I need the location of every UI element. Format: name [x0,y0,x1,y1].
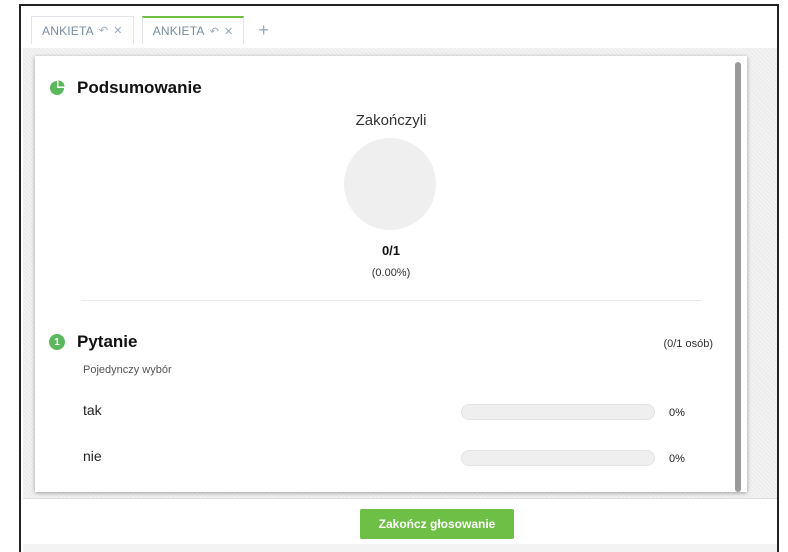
finished-ratio: 0/1 [381,243,401,258]
question-response-count: (0/1 osób) [663,338,713,350]
answer-row: nie 0% [83,448,693,468]
divider [81,300,701,301]
finished-percent: (0.00%) [371,267,411,279]
footer-bar: Zakończ głosowanie [23,498,777,552]
undo-icon[interactable]: ↶ [99,24,108,37]
answer-row: tak 0% [83,402,693,422]
undo-icon[interactable]: ↶ [210,25,219,38]
summary-header: Podsumowanie [49,78,202,98]
answer-percent: 0% [669,407,685,419]
add-tab-button[interactable]: + [252,16,275,44]
question-header: 1 Pytanie [49,332,137,352]
scrollbar[interactable] [735,62,741,492]
question-title: Pytanie [77,332,138,351]
finished-pie [344,138,436,230]
answer-label: tak [83,402,102,418]
question-type: Pojedynczy wybór [83,364,172,376]
tab-label: ANKIETA [42,23,94,38]
answer-percent: 0% [669,453,685,465]
summary-title: Podsumowanie [77,78,202,97]
finished-label: Zakończyli [355,112,427,129]
tab-ankieta-2[interactable]: ANKIETA ↶ ✕ [141,16,245,44]
app-window: ANKIETA ↶ ✕ ANKIETA ↶ ✕ + Podsumowanie Z… [19,4,779,552]
content-stage: Podsumowanie Zakończyli 0/1 (0.00%) 1 Py… [23,48,777,498]
question-number-badge: 1 [49,334,65,350]
pie-chart-icon [50,80,65,95]
footer-band [23,544,777,552]
answer-progress-bar [461,450,655,466]
answer-progress-bar [461,404,655,420]
close-icon[interactable]: ✕ [224,25,233,38]
close-icon[interactable]: ✕ [113,24,122,37]
finish-voting-button[interactable]: Zakończ głosowanie [360,509,514,539]
answer-label: nie [83,448,102,464]
results-card: Podsumowanie Zakończyli 0/1 (0.00%) 1 Py… [35,56,747,492]
tab-ankieta-1[interactable]: ANKIETA ↶ ✕ [31,16,134,44]
tab-bar: ANKIETA ↶ ✕ ANKIETA ↶ ✕ + [31,16,275,44]
tab-label: ANKIETA [152,24,205,38]
